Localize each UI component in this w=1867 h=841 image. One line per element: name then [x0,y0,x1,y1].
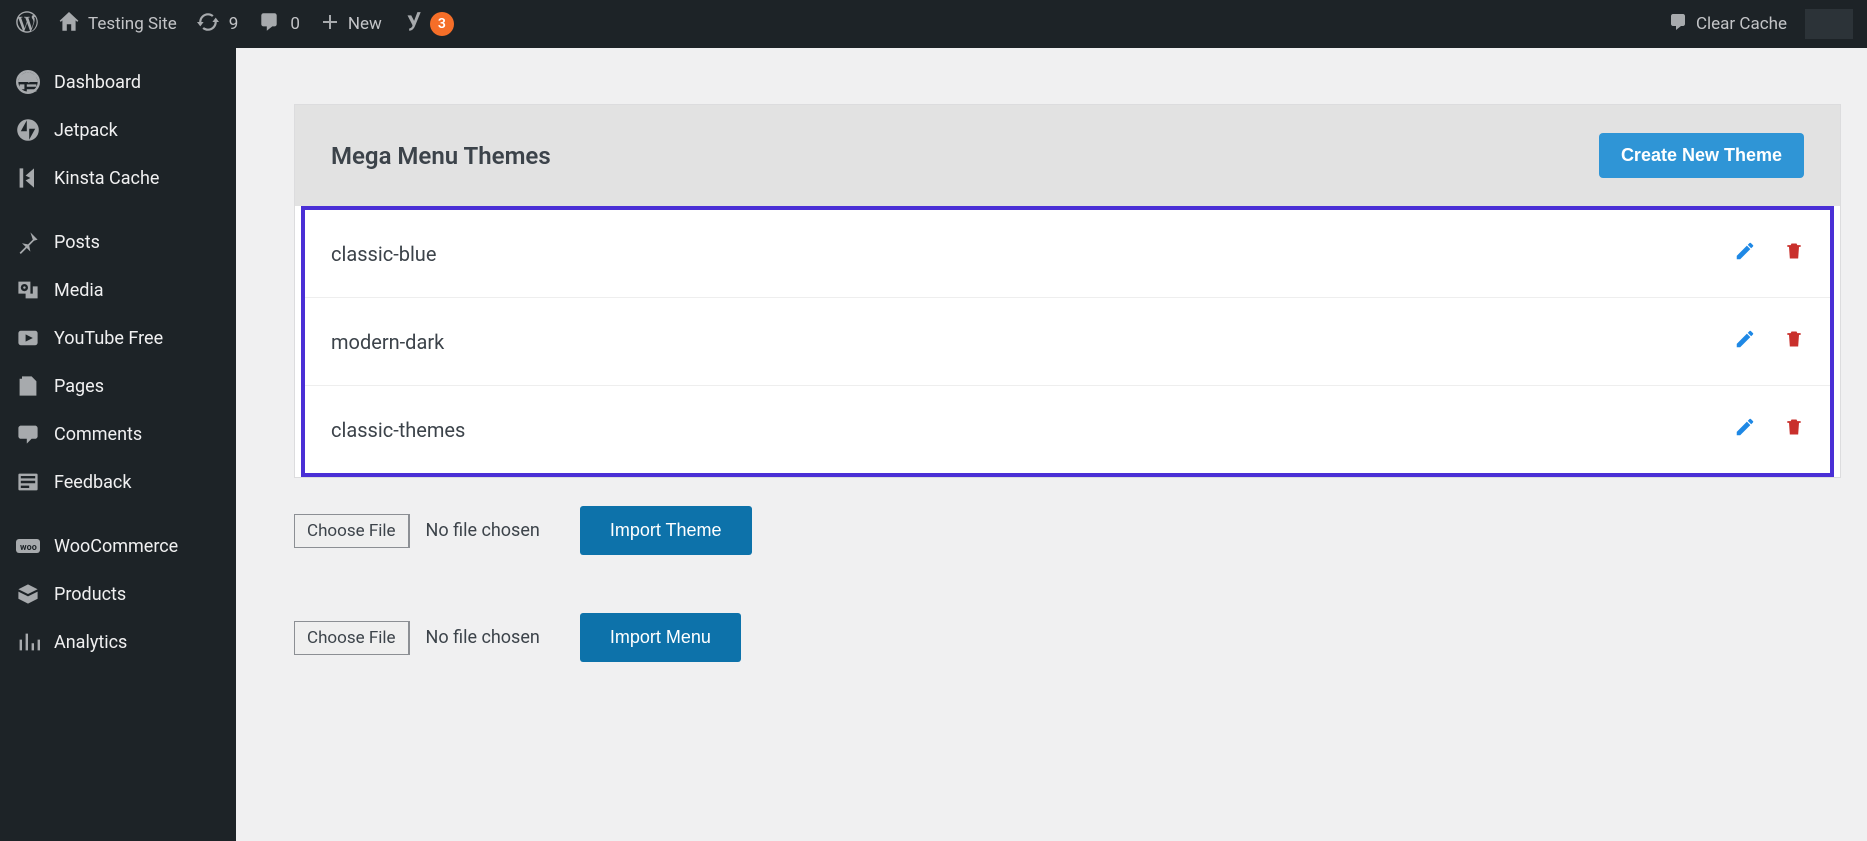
create-new-theme-button[interactable]: Create New Theme [1599,133,1804,178]
clear-cache-link[interactable]: Clear Cache [1658,0,1797,48]
sidebar-item-posts[interactable]: Posts [0,218,236,266]
theme-name: modern-dark [331,330,1734,354]
sidebar-item-kinsta-cache[interactable]: Kinsta Cache [0,154,236,202]
media-icon [16,278,40,302]
svg-text:woo: woo [20,543,37,553]
sidebar-item-jetpack[interactable]: Jetpack [0,106,236,154]
yoast-badge: 3 [430,12,454,36]
theme-row: classic-blue [305,210,1830,298]
sidebar-item-media[interactable]: Media [0,266,236,314]
woocommerce-icon: woo [16,534,40,558]
theme-row: modern-dark [305,298,1830,386]
sidebar-item-label: Feedback [54,472,131,493]
admin-bar: Testing Site 9 0 New 3 Clear Cache [0,0,1867,48]
sidebar-item-label: Products [54,584,126,605]
sidebar-item-woocommerce[interactable]: woo WooCommerce [0,522,236,570]
delete-theme-button[interactable] [1784,328,1804,355]
sidebar-item-dashboard[interactable]: Dashboard [0,58,236,106]
import-menu-row: Choose File No file chosen Import Menu [294,613,1841,662]
admin-sidebar: Dashboard Jetpack Kinsta Cache Posts Med… [0,48,236,841]
choose-file-button[interactable]: Choose File [295,622,409,654]
dashboard-icon [16,70,40,94]
yoast-icon [402,11,424,38]
yoast-link[interactable]: 3 [392,0,464,48]
sidebar-item-label: Analytics [54,632,127,653]
file-input-theme[interactable]: Choose File [294,514,410,548]
theme-name: classic-themes [331,418,1734,442]
sidebar-item-label: Pages [54,376,104,397]
play-icon [16,326,40,350]
content-area: Mega Menu Themes Create New Theme classi… [236,48,1867,841]
new-label: New [348,14,382,34]
sidebar-item-label: Jetpack [54,120,118,141]
user-placeholder[interactable] [1805,9,1853,39]
comment-icon [1668,12,1688,37]
sidebar-item-youtube-free[interactable]: YouTube Free [0,314,236,362]
clear-cache-label: Clear Cache [1696,14,1787,34]
wp-logo[interactable] [6,0,48,48]
feedback-icon [16,470,40,494]
edit-theme-button[interactable] [1734,328,1756,355]
chart-icon [16,630,40,654]
site-name-link[interactable]: Testing Site [48,0,187,48]
wordpress-icon [16,11,38,38]
sidebar-item-label: WooCommerce [54,536,178,557]
sidebar-item-label: Posts [54,232,100,253]
jetpack-icon [16,118,40,142]
panel-header: Mega Menu Themes Create New Theme [295,105,1840,206]
refresh-icon [197,11,219,38]
pin-icon [16,230,40,254]
theme-name: classic-blue [331,242,1734,266]
import-theme-button[interactable]: Import Theme [580,506,752,555]
comments-link[interactable]: 0 [248,0,310,48]
import-theme-row: Choose File No file chosen Import Theme [294,506,1841,555]
theme-row: classic-themes [305,386,1830,473]
products-icon [16,582,40,606]
new-content-link[interactable]: New [310,0,392,48]
edit-theme-button[interactable] [1734,240,1756,267]
edit-theme-button[interactable] [1734,416,1756,443]
sidebar-item-analytics[interactable]: Analytics [0,618,236,666]
sidebar-item-label: Comments [54,424,142,445]
comments-count: 0 [290,14,300,34]
sidebar-item-feedback[interactable]: Feedback [0,458,236,506]
sidebar-item-label: Kinsta Cache [54,168,159,189]
panel-title: Mega Menu Themes [331,142,551,170]
sidebar-item-label: Dashboard [54,72,141,93]
import-menu-button[interactable]: Import Menu [580,613,741,662]
comment-icon [258,11,280,38]
delete-theme-button[interactable] [1784,240,1804,267]
sidebar-item-products[interactable]: Products [0,570,236,618]
plus-icon [320,12,340,37]
theme-list: classic-blue modern-dark classic-themes [301,206,1834,477]
sidebar-item-comments[interactable]: Comments [0,410,236,458]
sidebar-item-label: Media [54,280,104,301]
comment-icon [16,422,40,446]
file-input-menu[interactable]: Choose File [294,621,410,655]
updates-link[interactable]: 9 [187,0,249,48]
sidebar-item-label: YouTube Free [54,328,163,349]
themes-panel: Mega Menu Themes Create New Theme classi… [294,104,1841,478]
sidebar-item-pages[interactable]: Pages [0,362,236,410]
kinsta-icon [16,166,40,190]
pages-icon [16,374,40,398]
delete-theme-button[interactable] [1784,416,1804,443]
site-name: Testing Site [88,14,177,34]
file-status-theme: No file chosen [426,520,540,541]
updates-count: 9 [229,14,239,34]
file-status-menu: No file chosen [426,627,540,648]
choose-file-button[interactable]: Choose File [295,515,409,547]
home-icon [58,11,80,38]
